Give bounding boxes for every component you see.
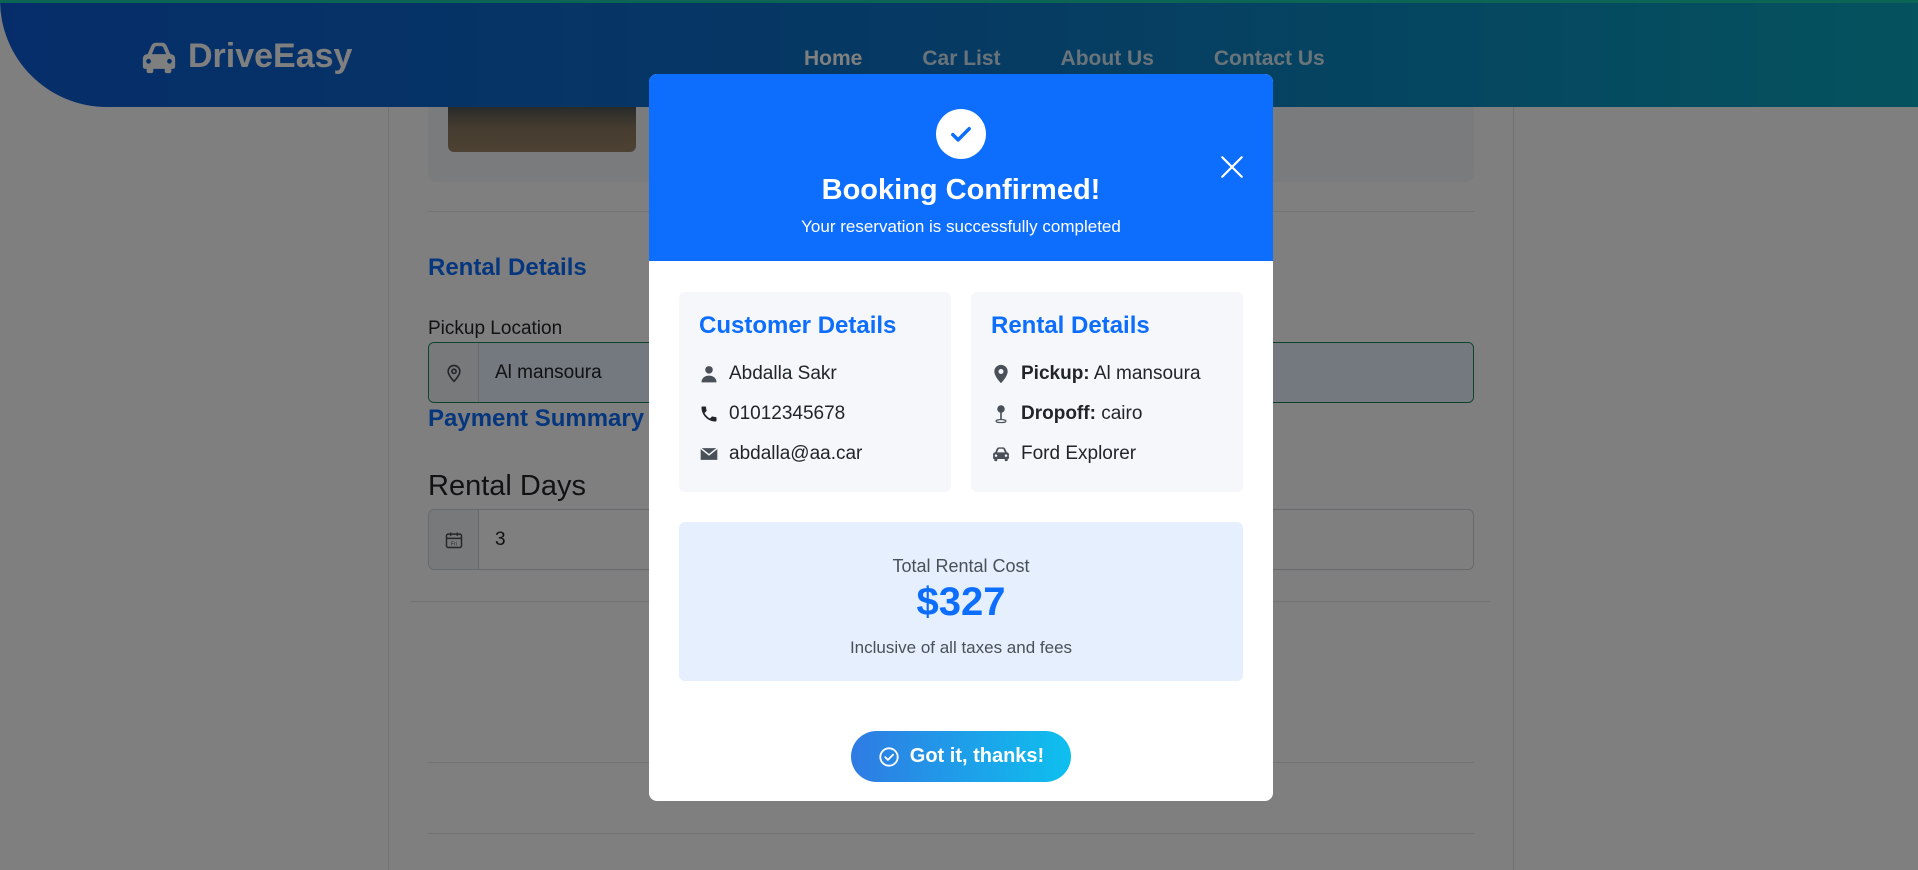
total-cost-label: Total Rental Cost bbox=[892, 556, 1030, 576]
map-pin-icon bbox=[991, 364, 1011, 384]
customer-phone-row: 01012345678 bbox=[699, 394, 931, 434]
car-front-icon bbox=[991, 444, 1011, 464]
customer-name-row: Abdalla Sakr bbox=[699, 354, 931, 394]
customer-details-title: Customer Details bbox=[699, 312, 897, 339]
car-row: Ford Explorer bbox=[991, 434, 1223, 474]
rental-details-title: Rental Details bbox=[991, 312, 1150, 339]
total-cost-note: Inclusive of all taxes and fees bbox=[849, 638, 1073, 657]
dropoff-value: cairo bbox=[1101, 403, 1143, 424]
pin-icon bbox=[991, 404, 1011, 424]
got-it-button[interactable]: Got it, thanks! bbox=[851, 731, 1071, 782]
envelope-icon bbox=[699, 444, 719, 464]
customer-email-row: abdalla@aa.car bbox=[699, 434, 931, 474]
pickup-label: Pickup: bbox=[1021, 363, 1090, 384]
dropoff-label: Dropoff: bbox=[1021, 403, 1096, 424]
dropoff-row: Dropoff: cairo bbox=[991, 394, 1223, 434]
modal-subtitle: Your reservation is successfully complet… bbox=[801, 217, 1121, 236]
total-cost-box: Total Rental Cost $327 Inclusive of all … bbox=[679, 522, 1243, 681]
check-circle-icon bbox=[879, 746, 899, 767]
close-icon[interactable] bbox=[1219, 154, 1245, 180]
user-icon bbox=[699, 364, 719, 384]
customer-email: abdalla@aa.car bbox=[729, 443, 863, 464]
phone-icon bbox=[699, 404, 719, 424]
modal-title: Booking Confirmed! bbox=[821, 174, 1101, 206]
car-name: Ford Explorer bbox=[1021, 443, 1137, 464]
booking-confirmation-modal: Booking Confirmed! Your reservation is s… bbox=[649, 74, 1273, 801]
customer-name: Abdalla Sakr bbox=[729, 363, 837, 384]
customer-phone: 01012345678 bbox=[729, 403, 846, 424]
rental-details-card: Rental Details Pickup: Al mansoura Dropo… bbox=[971, 292, 1243, 492]
modal-header: Booking Confirmed! Your reservation is s… bbox=[649, 74, 1273, 261]
total-cost-value: $327 bbox=[916, 580, 1006, 624]
pickup-row: Pickup: Al mansoura bbox=[991, 354, 1223, 394]
pickup-value: Al mansoura bbox=[1093, 363, 1201, 384]
check-icon bbox=[936, 109, 986, 159]
customer-details-card: Customer Details Abdalla Sakr 0101234567… bbox=[679, 292, 951, 492]
got-it-button-label: Got it, thanks! bbox=[909, 745, 1045, 767]
